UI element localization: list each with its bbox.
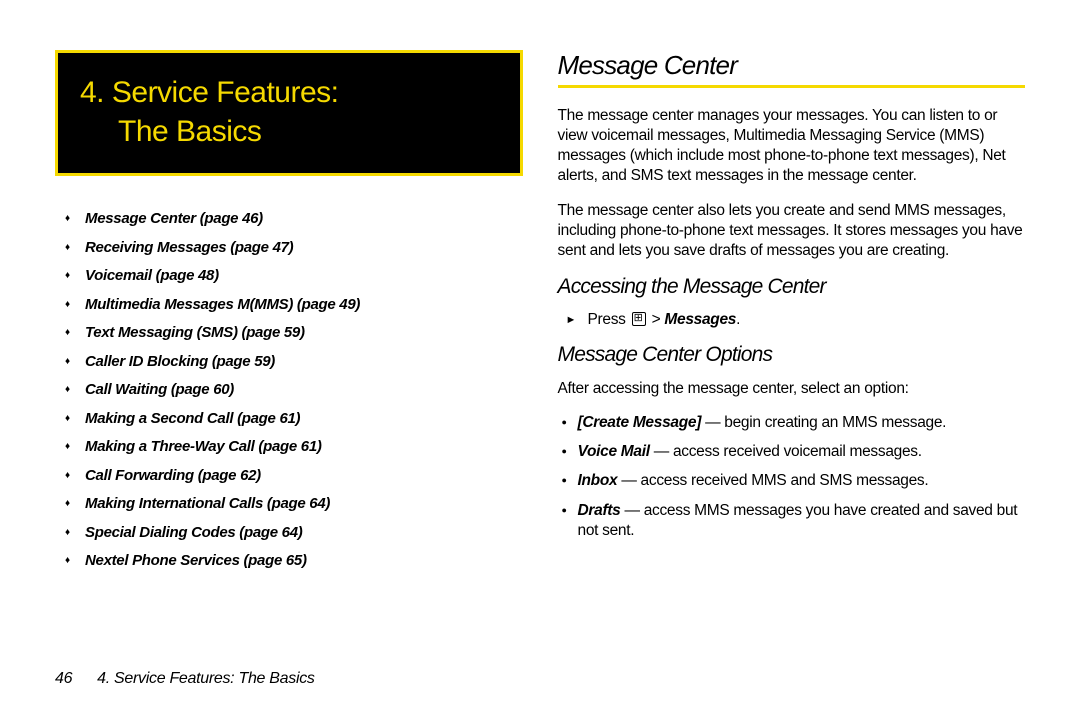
option-desc: — access received voicemail messages. [650, 443, 922, 460]
toc-item[interactable]: Receiving Messages (page 47) [85, 240, 523, 255]
page-content: 4. Service Features: The Basics Message … [55, 50, 1025, 650]
option-label: [Create Message] [578, 414, 702, 431]
toc-item[interactable]: Call Waiting (page 60) [85, 382, 523, 397]
toc-item[interactable]: Voicemail (page 48) [85, 268, 523, 283]
page-number: 46 [55, 670, 93, 688]
option-item: Drafts — access MMS messages you have cr… [578, 501, 1026, 541]
toc-item[interactable]: Making a Second Call (page 61) [85, 411, 523, 426]
toc-item[interactable]: Multimedia Messages M(MMS) (page 49) [85, 297, 523, 312]
paragraph: The message center manages your messages… [558, 106, 1026, 187]
chapter-heading-box: 4. Service Features: The Basics [55, 50, 523, 176]
option-item: [Create Message] — begin creating an MMS… [578, 413, 1026, 433]
toc-item[interactable]: Message Center (page 46) [85, 211, 523, 226]
subsection-title: Accessing the Message Center [558, 275, 1026, 299]
toc-item[interactable]: Making a Three-Way Call (page 61) [85, 439, 523, 454]
right-column: Message Center The message center manage… [558, 50, 1026, 650]
options-intro: After accessing the message center, sele… [558, 379, 1026, 399]
section-rule [558, 85, 1026, 88]
toc-item[interactable]: Caller ID Blocking (page 59) [85, 354, 523, 369]
toc-list: Message Center (page 46) Receiving Messa… [55, 211, 523, 568]
step-end: . [736, 311, 740, 328]
option-label: Voice Mail [578, 443, 650, 460]
toc-item[interactable]: Call Forwarding (page 62) [85, 468, 523, 483]
menu-key-icon [632, 312, 646, 326]
option-label: Drafts [578, 502, 621, 519]
subsection-title: Message Center Options [558, 343, 1026, 367]
paragraph: The message center also lets you create … [558, 201, 1026, 261]
toc-item[interactable]: Making International Calls (page 64) [85, 496, 523, 511]
option-desc: — access MMS messages you have created a… [578, 502, 1018, 539]
toc-item[interactable]: Special Dialing Codes (page 64) [85, 525, 523, 540]
option-desc: — access received MMS and SMS messages. [617, 472, 928, 489]
step-instruction: Press > Messages. [558, 311, 1026, 329]
option-desc: — begin creating an MMS message. [701, 414, 946, 431]
section-title: Message Center [558, 50, 1026, 81]
left-column: 4. Service Features: The Basics Message … [55, 50, 523, 650]
step-press-label: Press [588, 311, 630, 328]
toc-item[interactable]: Text Messaging (SMS) (page 59) [85, 325, 523, 340]
options-list: [Create Message] — begin creating an MMS… [558, 413, 1026, 541]
step-gt: > [648, 311, 665, 328]
toc-item[interactable]: Nextel Phone Services (page 65) [85, 553, 523, 568]
option-item: Inbox — access received MMS and SMS mess… [578, 471, 1026, 491]
option-item: Voice Mail — access received voicemail m… [578, 442, 1026, 462]
option-label: Inbox [578, 472, 618, 489]
page-footer: 46 4. Service Features: The Basics [55, 670, 315, 688]
chapter-line2: The Basics [80, 115, 261, 148]
chapter-line1: Service Features: [112, 76, 339, 109]
footer-label: 4. Service Features: The Basics [97, 670, 314, 687]
chapter-number: 4. [80, 76, 104, 109]
chapter-title: 4. Service Features: The Basics [80, 73, 498, 151]
step-target: Messages [664, 311, 736, 328]
